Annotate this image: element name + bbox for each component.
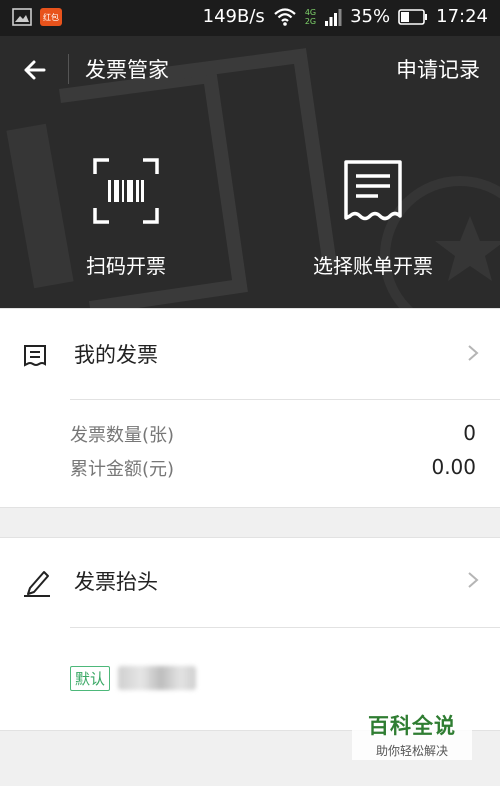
nav-divider: [68, 54, 69, 84]
divider: [70, 399, 500, 400]
wifi-icon: [274, 7, 296, 26]
total-amount-label: 累计金额(元): [70, 459, 175, 480]
my-invoices-card: 我的发票 发票数量(张) 0 累计金额(元) 0.00: [0, 308, 500, 508]
signal-icon: [325, 8, 342, 26]
invoice-manager-header: 发票管家 申请记录 扫码开票 选择账单开票: [0, 36, 500, 308]
scan-invoice-label: 扫码开票: [86, 254, 166, 278]
redacted-company-name[interactable]: [118, 666, 196, 690]
clock: 17:24: [436, 6, 488, 27]
invoice-list-icon: [24, 345, 46, 367]
network-speed: 149B/s: [202, 6, 265, 27]
chevron-right-icon[interactable]: [466, 343, 480, 363]
invoice-count-label: 发票数量(张): [70, 425, 175, 446]
red-packet-app-icon: 红包: [40, 8, 62, 26]
chevron-right-icon[interactable]: [466, 570, 480, 590]
watermark-subtitle: 助你轻松解决: [375, 744, 448, 758]
pencil-icon: [24, 571, 50, 597]
watermark-logo: 百科全说 助你轻松解决: [352, 710, 472, 760]
network-2g: 2G: [304, 16, 317, 26]
select-bill-invoice-button[interactable]: 选择账单开票: [293, 156, 453, 279]
scan-invoice-button[interactable]: 扫码开票: [46, 156, 206, 279]
invoice-count-value: 0: [463, 421, 476, 445]
total-amount-value: 0.00: [431, 455, 476, 479]
image-icon: [12, 8, 32, 26]
default-badge: 默认: [70, 666, 111, 691]
watermark-title: 百科全说: [368, 714, 456, 738]
my-invoices-title[interactable]: 我的发票: [74, 339, 158, 369]
status-bar: 红包 149B/s 4G 2G 35% 17:24: [0, 0, 500, 36]
back-arrow-icon[interactable]: [18, 52, 54, 88]
invoice-header-title[interactable]: 发票抬头: [74, 566, 158, 596]
battery-percent: 35%: [350, 6, 391, 27]
battery-icon: [398, 8, 428, 25]
page-title: 发票管家: [85, 58, 169, 82]
select-bill-invoice-label: 选择账单开票: [313, 254, 433, 278]
divider: [70, 627, 500, 628]
barcode-scan-icon: [93, 158, 159, 224]
apply-record-link[interactable]: 申请记录: [396, 54, 480, 84]
network-type: 4G 2G: [305, 8, 316, 26]
receipt-icon: [344, 160, 402, 221]
network-4g: 4G: [304, 7, 317, 17]
invoice-header-card: 发票抬头 默认: [0, 537, 500, 731]
